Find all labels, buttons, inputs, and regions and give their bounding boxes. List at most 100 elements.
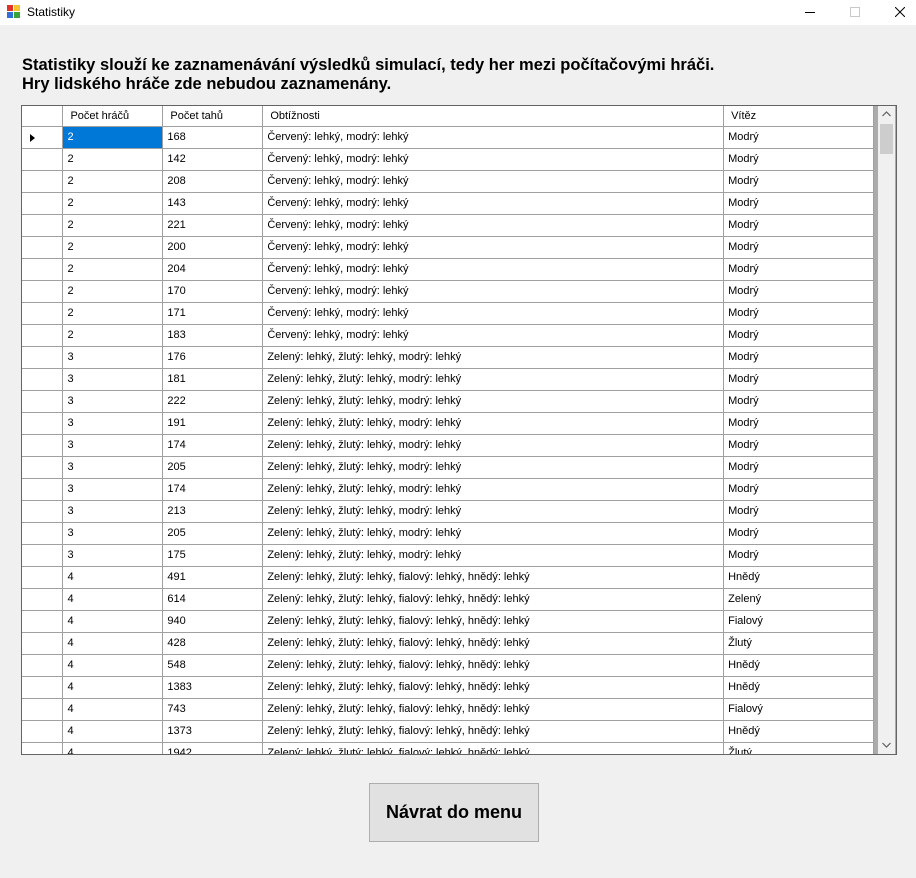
table-row[interactable]: 3 176 Zelený: lehký, žlutý: lehký, modrý: … bbox=[22, 346, 874, 369]
row-header[interactable] bbox=[22, 544, 64, 567]
cell-difficulties[interactable]: Zelený: lehký, žlutý: lehký, fialový: le… bbox=[262, 566, 725, 589]
row-header[interactable] bbox=[22, 566, 64, 589]
cell-winner[interactable]: Modrý bbox=[723, 170, 874, 193]
table-row[interactable]: 4 491 Zelený: lehký, žlutý: lehký, fialový… bbox=[22, 566, 874, 589]
column-header-players[interactable]: Počet hráčů bbox=[62, 106, 164, 127]
row-header[interactable] bbox=[22, 368, 64, 391]
table-row[interactable]: 2 200 Červený: lehký, modrý: lehký Modrý bbox=[22, 236, 874, 259]
cell-difficulties[interactable]: Červený: lehký, modrý: lehký bbox=[262, 302, 725, 325]
cell-winner[interactable]: Modrý bbox=[723, 302, 874, 325]
table-row[interactable]: 2 221 Červený: lehký, modrý: lehký Modrý bbox=[22, 214, 874, 237]
table-row[interactable]: 2 143 Červený: lehký, modrý: lehký Modrý bbox=[22, 192, 874, 215]
cell-players[interactable]: 4 bbox=[62, 654, 164, 677]
cell-difficulties[interactable]: Zelený: lehký, žlutý: lehký, modrý: lehk… bbox=[262, 478, 725, 501]
cell-winner[interactable]: Hnědý bbox=[723, 654, 874, 677]
scroll-thumb[interactable] bbox=[880, 124, 893, 154]
table-row[interactable]: 3 181 Zelený: lehký, žlutý: lehký, modrý: … bbox=[22, 368, 874, 391]
cell-players[interactable]: 4 bbox=[62, 566, 164, 589]
cell-difficulties[interactable]: Zelený: lehký, žlutý: lehký, fialový: le… bbox=[262, 720, 725, 743]
row-header[interactable] bbox=[22, 412, 64, 435]
table-row[interactable]: 4 1373 Zelený: lehký, žlutý: lehký, fialov… bbox=[22, 720, 874, 743]
table-row[interactable]: 2 204 Červený: lehký, modrý: lehký Modrý bbox=[22, 258, 874, 281]
row-header[interactable] bbox=[22, 192, 64, 215]
table-row[interactable]: 3 222 Zelený: lehký, žlutý: lehký, modrý: … bbox=[22, 390, 874, 413]
cell-players[interactable]: 2 bbox=[62, 236, 164, 259]
cell-players[interactable]: 2 bbox=[62, 192, 164, 215]
column-header-difficulties[interactable]: Obtížnosti bbox=[262, 106, 725, 127]
cell-difficulties[interactable]: Červený: lehký, modrý: lehký bbox=[262, 236, 725, 259]
table-row[interactable]: 4 940 Zelený: lehký, žlutý: lehký, fialový… bbox=[22, 610, 874, 633]
cell-moves[interactable]: 171 bbox=[162, 302, 264, 325]
cell-players[interactable]: 4 bbox=[62, 632, 164, 655]
column-header-moves[interactable]: Počet tahů bbox=[162, 106, 264, 127]
cell-difficulties[interactable]: Zelený: lehký, žlutý: lehký, modrý: lehk… bbox=[262, 522, 725, 545]
table-row[interactable]: 3 174 Zelený: lehký, žlutý: lehký, modrý: … bbox=[22, 478, 874, 501]
cell-players[interactable]: 3 bbox=[62, 544, 164, 567]
cell-moves[interactable]: 170 bbox=[162, 280, 264, 303]
cell-difficulties[interactable]: Červený: lehký, modrý: lehký bbox=[262, 126, 725, 149]
cell-winner[interactable]: Fialový bbox=[723, 698, 874, 721]
row-header[interactable] bbox=[22, 632, 64, 655]
table-row[interactable]: 2 142 Červený: lehký, modrý: lehký Modrý bbox=[22, 148, 874, 171]
row-header[interactable] bbox=[22, 126, 64, 149]
row-header[interactable] bbox=[22, 698, 64, 721]
table-row[interactable]: 2 208 Červený: lehký, modrý: lehký Modrý bbox=[22, 170, 874, 193]
cell-players[interactable]: 2 bbox=[62, 170, 164, 193]
cell-difficulties[interactable]: Červený: lehký, modrý: lehký bbox=[262, 214, 725, 237]
cell-moves[interactable]: 222 bbox=[162, 390, 264, 413]
cell-winner[interactable]: Hnědý bbox=[723, 566, 874, 589]
table-row[interactable]: 2 170 Červený: lehký, modrý: lehký Modrý bbox=[22, 280, 874, 303]
cell-winner[interactable]: Fialový bbox=[723, 610, 874, 633]
cell-players[interactable]: 2 bbox=[62, 302, 164, 325]
cell-moves[interactable]: 174 bbox=[162, 434, 264, 457]
cell-moves[interactable]: 175 bbox=[162, 544, 264, 567]
statistics-grid[interactable]: Počet hráčů Počet tahů Obtížnosti Vítěz … bbox=[21, 105, 897, 755]
row-header[interactable] bbox=[22, 148, 64, 171]
table-row[interactable]: 4 548 Zelený: lehký, žlutý: lehký, fialový… bbox=[22, 654, 874, 677]
cell-players[interactable]: 2 bbox=[62, 280, 164, 303]
cell-difficulties[interactable]: Červený: lehký, modrý: lehký bbox=[262, 324, 725, 347]
corner-header[interactable] bbox=[22, 106, 64, 127]
cell-moves[interactable]: 181 bbox=[162, 368, 264, 391]
cell-players[interactable]: 3 bbox=[62, 456, 164, 479]
row-header[interactable] bbox=[22, 434, 64, 457]
cell-difficulties[interactable]: Zelený: lehký, žlutý: lehký, fialový: le… bbox=[262, 654, 725, 677]
cell-difficulties[interactable]: Červený: lehký, modrý: lehký bbox=[262, 148, 725, 171]
cell-winner[interactable]: Modrý bbox=[723, 346, 874, 369]
row-header[interactable] bbox=[22, 500, 64, 523]
cell-players[interactable]: 4 bbox=[62, 720, 164, 743]
cell-winner[interactable]: Modrý bbox=[723, 280, 874, 303]
cell-players[interactable]: 3 bbox=[62, 390, 164, 413]
row-header[interactable] bbox=[22, 610, 64, 633]
cell-moves[interactable]: 168 bbox=[162, 126, 264, 149]
cell-winner[interactable]: Modrý bbox=[723, 456, 874, 479]
cell-players[interactable]: 2 bbox=[62, 258, 164, 281]
cell-difficulties[interactable]: Zelený: lehký, žlutý: lehký, fialový: le… bbox=[262, 588, 725, 611]
row-header[interactable] bbox=[22, 676, 64, 699]
row-header[interactable] bbox=[22, 170, 64, 193]
cell-players[interactable]: 4 bbox=[62, 676, 164, 699]
cell-difficulties[interactable]: Červený: lehký, modrý: lehký bbox=[262, 258, 725, 281]
cell-winner[interactable]: Modrý bbox=[723, 390, 874, 413]
cell-moves[interactable]: 1383 bbox=[162, 676, 264, 699]
cell-winner[interactable]: Modrý bbox=[723, 412, 874, 435]
cell-players[interactable]: 3 bbox=[62, 434, 164, 457]
cell-moves[interactable]: 176 bbox=[162, 346, 264, 369]
cell-difficulties[interactable]: Zelený: lehký, žlutý: lehký, modrý: lehk… bbox=[262, 412, 725, 435]
cell-moves[interactable]: 183 bbox=[162, 324, 264, 347]
cell-winner[interactable]: Modrý bbox=[723, 478, 874, 501]
cell-moves[interactable]: 191 bbox=[162, 412, 264, 435]
cell-winner[interactable]: Modrý bbox=[723, 544, 874, 567]
cell-winner[interactable]: Modrý bbox=[723, 522, 874, 545]
cell-difficulties[interactable]: Červený: lehký, modrý: lehký bbox=[262, 280, 725, 303]
cell-difficulties[interactable]: Zelený: lehký, žlutý: lehký, fialový: le… bbox=[262, 676, 725, 699]
row-header[interactable] bbox=[22, 654, 64, 677]
cell-moves[interactable]: 548 bbox=[162, 654, 264, 677]
cell-difficulties[interactable]: Červený: lehký, modrý: lehký bbox=[262, 170, 725, 193]
cell-moves[interactable]: 614 bbox=[162, 588, 264, 611]
cell-winner[interactable]: Žlutý bbox=[723, 742, 874, 754]
cell-difficulties[interactable]: Zelený: lehký, žlutý: lehký, modrý: lehk… bbox=[262, 390, 725, 413]
scroll-up-button[interactable] bbox=[878, 106, 895, 123]
row-header[interactable] bbox=[22, 390, 64, 413]
table-row[interactable]: 3 205 Zelený: lehký, žlutý: lehký, modrý: … bbox=[22, 456, 874, 479]
